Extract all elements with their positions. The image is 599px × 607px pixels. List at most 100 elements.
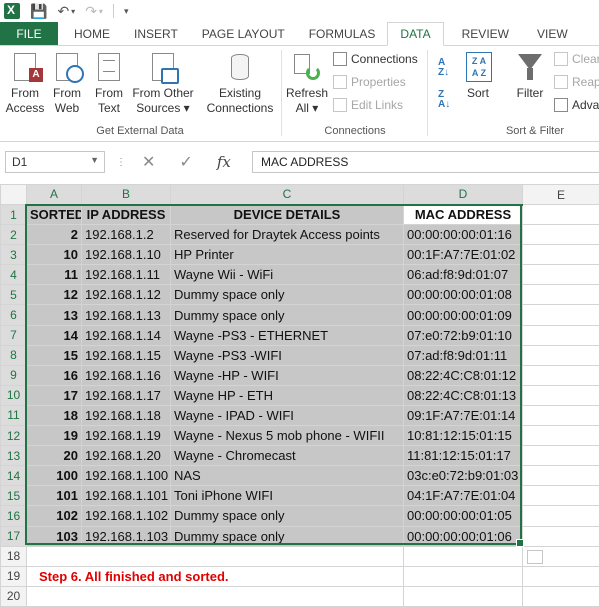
- table-cell[interactable]: [522, 585, 599, 607]
- redo-icon[interactable]: ↷: [85, 3, 97, 20]
- table-cell[interactable]: [403, 565, 523, 587]
- header-cell[interactable]: DEVICE DETAILS: [170, 203, 404, 226]
- table-cell[interactable]: [522, 344, 599, 366]
- cell-mac-address[interactable]: 07:ad:f8:9d:01:11: [403, 344, 523, 366]
- row-header[interactable]: 17: [0, 525, 27, 547]
- column-header[interactable]: C: [170, 184, 404, 206]
- header-cell[interactable]: IP ADDRESS: [81, 203, 171, 226]
- cell-device-details[interactable]: Dummy space only: [170, 525, 404, 547]
- row-header[interactable]: 14: [0, 465, 27, 487]
- cell-sorted[interactable]: 20: [26, 445, 82, 467]
- cell-device-details[interactable]: NAS: [170, 465, 404, 487]
- row-header[interactable]: 18: [0, 545, 27, 567]
- cancel-icon[interactable]: ✕: [142, 152, 155, 172]
- from-other-sources-button[interactable]: From Other Sources ▾: [130, 52, 196, 116]
- tab-file[interactable]: FILE: [0, 22, 58, 45]
- table-cell[interactable]: [522, 304, 599, 326]
- tab-formulas[interactable]: FORMULAS: [297, 22, 388, 45]
- table-cell[interactable]: [522, 404, 599, 427]
- advanced-button[interactable]: Adva: [554, 98, 599, 112]
- table-cell[interactable]: [522, 203, 599, 226]
- row-header[interactable]: 3: [0, 244, 27, 266]
- note-cell[interactable]: [26, 545, 404, 567]
- undo-icon[interactable]: ↶: [57, 3, 69, 20]
- cell-device-details[interactable]: Dummy space only: [170, 304, 404, 326]
- row-header[interactable]: 1: [0, 203, 27, 226]
- cell-mac-address[interactable]: 06:ad:f8:9d:01:07: [403, 264, 523, 286]
- cell-ip-address[interactable]: 192.168.1.11: [81, 264, 171, 286]
- name-box[interactable]: D1 ▼: [5, 151, 105, 173]
- table-cell[interactable]: [403, 585, 523, 607]
- edit-links-button[interactable]: Edit Links: [333, 98, 403, 112]
- cell-mac-address[interactable]: 09:1F:A7:7E:01:14: [403, 404, 523, 427]
- cell-device-details[interactable]: Reserved for Draytek Access points: [170, 224, 404, 246]
- row-header[interactable]: 20: [0, 585, 27, 607]
- row-header[interactable]: 10: [0, 384, 27, 406]
- cell-device-details[interactable]: Wayne -PS3 - ETHERNET: [170, 324, 404, 346]
- cell-device-details[interactable]: Wayne - Chromecast: [170, 445, 404, 467]
- header-cell[interactable]: SORTED: [26, 203, 82, 226]
- cell-ip-address[interactable]: 192.168.1.16: [81, 364, 171, 386]
- cell-mac-address[interactable]: 04:1F:A7:7E:01:04: [403, 485, 523, 507]
- cell-sorted[interactable]: 15: [26, 344, 82, 366]
- row-header[interactable]: 7: [0, 324, 27, 346]
- cell-device-details[interactable]: HP Printer: [170, 244, 404, 266]
- cell-mac-address[interactable]: 08:22:4C:C8:01:13: [403, 384, 523, 406]
- cell-ip-address[interactable]: 192.168.1.100: [81, 465, 171, 487]
- table-cell[interactable]: [522, 425, 599, 447]
- tab-page-layout[interactable]: PAGE LAYOUT: [190, 22, 297, 45]
- cell-mac-address[interactable]: 10:81:12:15:01:15: [403, 425, 523, 447]
- from-text-button[interactable]: From Text: [90, 52, 128, 116]
- cell-mac-address[interactable]: 11:81:12:15:01:17: [403, 445, 523, 467]
- row-header[interactable]: 6: [0, 304, 27, 326]
- row-header[interactable]: 16: [0, 505, 27, 527]
- table-cell[interactable]: [522, 264, 599, 286]
- table-cell[interactable]: [522, 224, 599, 246]
- column-header[interactable]: E: [522, 184, 599, 205]
- cell-mac-address[interactable]: 07:e0:72:b9:01:10: [403, 324, 523, 346]
- table-cell[interactable]: [522, 364, 599, 386]
- filter-button[interactable]: Filter: [510, 52, 550, 101]
- cell-ip-address[interactable]: 192.168.1.102: [81, 505, 171, 527]
- sort-button[interactable]: Z AA Z Sort: [460, 52, 496, 101]
- row-header[interactable]: 12: [0, 425, 27, 447]
- note-cell[interactable]: [26, 585, 404, 607]
- save-icon[interactable]: 💾: [30, 3, 47, 20]
- from-web-button[interactable]: From Web: [48, 52, 86, 116]
- sort-z-to-a-icon[interactable]: Z A↓: [438, 90, 450, 110]
- cell-device-details[interactable]: Wayne - Nexus 5 mob phone - WIFII: [170, 425, 404, 447]
- row-header[interactable]: 4: [0, 264, 27, 286]
- cell-ip-address[interactable]: 192.168.1.101: [81, 485, 171, 507]
- table-cell[interactable]: [522, 505, 599, 527]
- row-header[interactable]: 8: [0, 344, 27, 366]
- row-header[interactable]: 11: [0, 404, 27, 427]
- cell-sorted[interactable]: 10: [26, 244, 82, 266]
- cell-sorted[interactable]: 100: [26, 465, 82, 487]
- table-cell[interactable]: [522, 465, 599, 487]
- worksheet-grid[interactable]: A B C D E 1 SORTED IP ADDRESS DEVICE DETAIL…: [0, 184, 599, 607]
- cell-mac-address[interactable]: 00:00:00:00:01:06: [403, 525, 523, 547]
- cell-ip-address[interactable]: 192.168.1.13: [81, 304, 171, 326]
- refresh-all-button[interactable]: Refresh All ▾: [284, 52, 330, 116]
- connections-button[interactable]: Connections: [333, 52, 418, 66]
- table-cell[interactable]: [403, 545, 523, 567]
- cell-ip-address[interactable]: 192.168.1.18: [81, 404, 171, 427]
- row-header[interactable]: 2: [0, 224, 27, 246]
- tab-insert[interactable]: INSERT: [122, 22, 190, 45]
- cell-sorted[interactable]: 101: [26, 485, 82, 507]
- cell-device-details[interactable]: Wayne -HP - WIFI: [170, 364, 404, 386]
- table-cell[interactable]: [522, 244, 599, 266]
- cell-device-details[interactable]: Dummy space only: [170, 284, 404, 306]
- insert-function-icon[interactable]: fx: [217, 153, 231, 171]
- properties-button[interactable]: Properties: [333, 75, 406, 89]
- table-cell[interactable]: [522, 384, 599, 406]
- cell-device-details[interactable]: Wayne HP - ETH: [170, 384, 404, 406]
- undo-dropdown-icon[interactable]: ▾: [71, 7, 75, 16]
- from-access-button[interactable]: From Access: [4, 52, 46, 116]
- table-cell[interactable]: [522, 485, 599, 507]
- cell-mac-address[interactable]: 00:00:00:00:01:08: [403, 284, 523, 306]
- cell-sorted[interactable]: 13: [26, 304, 82, 326]
- table-cell[interactable]: [522, 284, 599, 306]
- cell-sorted[interactable]: 16: [26, 364, 82, 386]
- cell-device-details[interactable]: Wayne Wii - WiFi: [170, 264, 404, 286]
